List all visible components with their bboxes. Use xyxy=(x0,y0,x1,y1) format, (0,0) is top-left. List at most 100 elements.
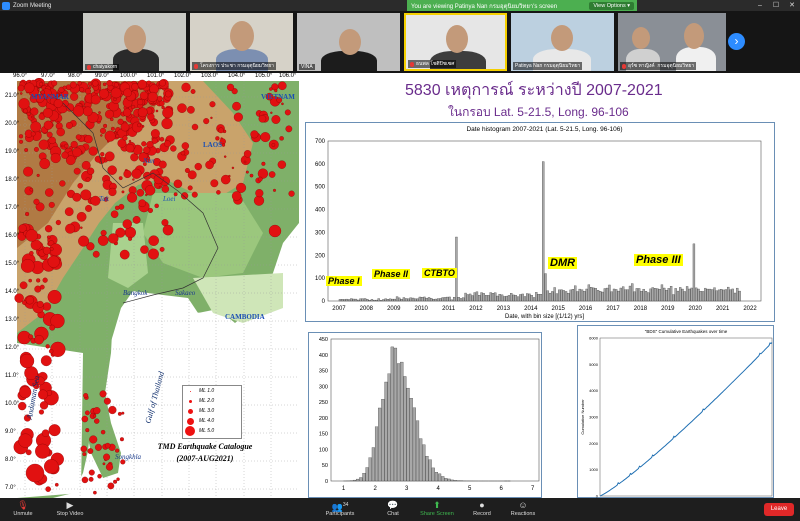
histogram-bar xyxy=(535,292,538,302)
histogram-bar xyxy=(514,295,517,302)
chart-title: Date histogram 2007-2021 (Lat. 5-21.5, L… xyxy=(466,126,622,133)
x-tick-label: 2013 xyxy=(497,306,511,312)
earthquake-marker xyxy=(39,158,51,170)
video-tile[interactable]: โครงการ ประชา กรมอุตุนิยมวิทยา xyxy=(190,13,293,71)
participants-button[interactable]: 👥34 Participants xyxy=(314,500,366,517)
earthquake-marker xyxy=(162,224,174,236)
earthquake-marker xyxy=(46,131,53,138)
video-tile[interactable]: VINA xyxy=(297,13,400,71)
histogram-bar xyxy=(542,161,545,302)
legend-label: ML 1.0 xyxy=(199,388,215,394)
participant-name: chaiyakorn xyxy=(85,64,120,70)
histogram-bar xyxy=(628,285,632,302)
histogram-bar xyxy=(663,287,666,302)
earthquake-marker xyxy=(216,190,221,195)
histogram-bar xyxy=(713,287,716,302)
histogram-bar xyxy=(651,287,654,302)
earthquake-marker xyxy=(45,486,51,492)
histogram-bar xyxy=(365,467,369,482)
earthquake-marker xyxy=(215,136,220,141)
y-tick-label: 450 xyxy=(319,337,328,343)
histogram-bar xyxy=(624,289,627,302)
earthquake-marker xyxy=(121,411,125,415)
histogram-bar xyxy=(387,373,391,482)
share-screen-label: Share Screen xyxy=(420,511,454,517)
lat-label: 21.0° xyxy=(5,93,20,99)
earthquake-marker xyxy=(123,170,132,178)
earthquake-marker xyxy=(104,130,116,142)
histogram-bar xyxy=(402,297,406,302)
participant-name-text: กรมอุตุนิยมวิทยา xyxy=(657,63,695,69)
histogram-bar xyxy=(491,293,495,302)
view-options-button[interactable]: View Options ▾ xyxy=(589,1,634,10)
earthquake-marker xyxy=(277,81,287,91)
maximize-icon[interactable]: ☐ xyxy=(768,0,784,11)
unmute-button[interactable]: 🎙 Unmute xyxy=(0,500,49,517)
earthquake-marker xyxy=(30,121,42,133)
earthquake-marker xyxy=(50,341,66,357)
earthquake-marker xyxy=(70,92,79,101)
earthquake-marker xyxy=(36,173,40,177)
next-page-chevron-icon[interactable]: › xyxy=(728,33,745,50)
lon-label: 97.0° xyxy=(41,73,56,79)
video-tile[interactable]: Patinya Nan กรมอุตุนิยมวิทยา xyxy=(511,13,614,71)
earthquake-marker xyxy=(85,428,90,433)
earthquake-marker xyxy=(18,98,30,110)
histogram-bar xyxy=(642,288,645,302)
participant-name: Patinya Nan กรมอุตุนิยมวิทยา xyxy=(513,62,583,70)
slide-title: 5830 เหตุการณ์ ระหว่างปี 2007-2021 xyxy=(405,82,663,99)
histogram-bar xyxy=(457,297,460,302)
histogram-bar xyxy=(562,290,565,302)
histogram-bar xyxy=(658,289,661,302)
legend-dot xyxy=(190,390,191,392)
histogram-bar xyxy=(683,291,686,302)
histogram-bar xyxy=(510,293,513,302)
earthquake-marker xyxy=(17,84,25,92)
earthquake-marker xyxy=(80,189,92,201)
earthquake-marker xyxy=(85,204,92,212)
plot-frame xyxy=(599,337,773,497)
x-tick-label: 2008 xyxy=(360,306,374,312)
histogram-bar xyxy=(496,295,499,302)
city-label-loei: Loei xyxy=(163,195,176,203)
earthquake-marker xyxy=(261,161,266,166)
video-tile-active-speaker[interactable]: ธนพล โชติปิชเซศ xyxy=(404,13,507,71)
earthquake-marker xyxy=(47,255,60,268)
leave-button[interactable]: Leave xyxy=(764,503,794,516)
earthquake-marker xyxy=(25,296,34,305)
earthquake-marker xyxy=(268,171,276,178)
earthquake-marker xyxy=(156,95,163,102)
earthquake-marker xyxy=(37,88,40,91)
earthquake-marker xyxy=(18,433,33,448)
earthquake-marker xyxy=(110,126,115,131)
video-tile[interactable]: chaiyakorn xyxy=(83,13,186,71)
histogram-bar xyxy=(423,296,426,302)
lon-label: 104.0° xyxy=(228,73,246,79)
histogram-bar xyxy=(350,298,353,302)
y-tick-label: 50 xyxy=(322,463,328,469)
lon-label: 100.0° xyxy=(120,73,138,79)
lat-label: 13.0° xyxy=(5,317,20,323)
earthquake-marker xyxy=(181,192,189,200)
earthquake-marker xyxy=(30,131,36,137)
earthquake-marker xyxy=(103,123,108,128)
earthquake-marker xyxy=(158,185,162,189)
video-tile[interactable]: อุร์ซ หาญิงค์ กรมอุตุนิยมวิทยา xyxy=(618,13,726,71)
histogram-bar xyxy=(553,287,556,302)
earthquake-marker xyxy=(162,107,174,119)
histogram-bar xyxy=(400,299,403,302)
reactions-button[interactable]: ☺ Reactions xyxy=(497,500,549,517)
histogram-bar xyxy=(378,407,382,482)
earthquake-marker xyxy=(89,435,98,444)
earthquake-marker xyxy=(113,97,117,102)
earthquake-marker xyxy=(150,129,160,139)
minimize-icon[interactable]: – xyxy=(752,0,768,11)
lat-label: 15.0° xyxy=(5,261,20,267)
histogram-bar xyxy=(430,298,433,302)
close-icon[interactable]: ✕ xyxy=(784,0,800,11)
earthquake-marker xyxy=(77,81,82,86)
histogram-bar xyxy=(450,479,454,482)
earthquake-marker xyxy=(30,107,39,116)
stop-video-button[interactable]: ▶ Stop Video xyxy=(44,500,96,517)
x-tick-label: 2012 xyxy=(469,306,483,312)
